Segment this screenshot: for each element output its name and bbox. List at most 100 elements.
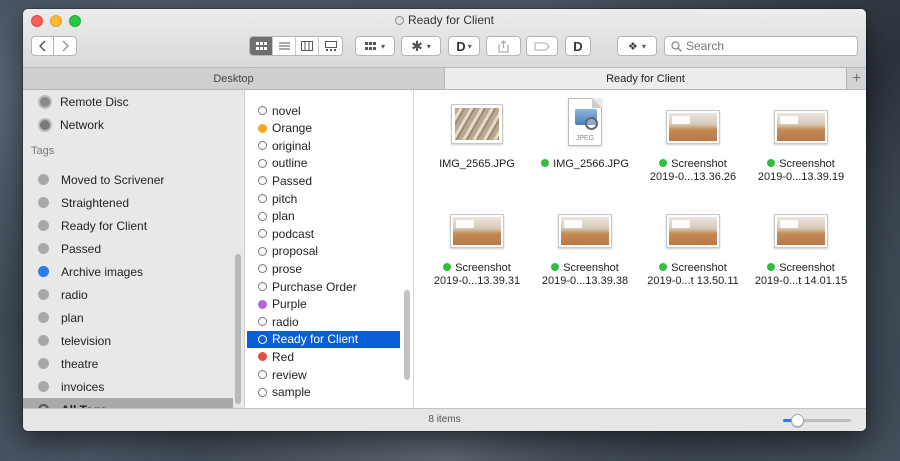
file-item[interactable]: Screenshot 2019-0...13.39.19 bbox=[747, 98, 855, 198]
tag-color-icon bbox=[258, 317, 267, 327]
tag-list-item[interactable]: Red bbox=[247, 348, 400, 365]
sidebar-tag-item[interactable]: Archive images bbox=[23, 260, 235, 283]
sidebar-item-label: Ready for Client bbox=[61, 218, 148, 233]
tag-list-item[interactable]: outline bbox=[247, 155, 400, 172]
file-name-line2: 2019-0...13.36.26 bbox=[649, 171, 737, 183]
file-name: Screenshot 2019-0...13.39.19 bbox=[747, 158, 855, 184]
tag-color-icon bbox=[258, 141, 267, 151]
sidebar-tag-item[interactable]: Moved to Scrivener bbox=[23, 168, 235, 191]
share-button[interactable] bbox=[486, 36, 521, 56]
search-field[interactable] bbox=[664, 36, 858, 56]
tag-color-icon bbox=[258, 264, 267, 274]
green-tag-icon bbox=[767, 263, 776, 271]
tab-desktop[interactable]: Desktop bbox=[23, 68, 445, 89]
d-logo-icon: D bbox=[573, 38, 583, 54]
gear-icon: ✱ bbox=[411, 37, 423, 54]
tag-list-label: prose bbox=[272, 261, 303, 276]
list-view-button[interactable] bbox=[273, 37, 296, 55]
edit-tags-button[interactable] bbox=[526, 36, 558, 56]
tab-ready-for-client[interactable]: Ready for Client bbox=[445, 68, 846, 89]
tag-list-item[interactable]: Purchase Order bbox=[247, 278, 400, 295]
sidebar-tag-item[interactable]: Straightened bbox=[23, 191, 235, 214]
file-name-line1: Screenshot bbox=[779, 262, 835, 274]
chevron-down-icon: ▾ bbox=[641, 41, 646, 51]
green-tag-icon bbox=[541, 159, 550, 167]
green-tag-icon bbox=[659, 263, 668, 271]
tag-list-item[interactable]: original bbox=[247, 137, 400, 154]
column-view-button[interactable] bbox=[296, 37, 319, 55]
tags-column-scrollbar[interactable] bbox=[404, 290, 410, 380]
file-item[interactable]: Screenshot 2019-0...t 13.50.11 bbox=[639, 202, 747, 302]
tag-list-item[interactable]: review bbox=[247, 366, 400, 383]
screenshot-thumbnail-frame bbox=[558, 214, 612, 248]
dropbox-d-button[interactable]: D bbox=[565, 36, 591, 56]
tag-list-item[interactable]: prose bbox=[247, 260, 400, 277]
tag-color-icon bbox=[38, 266, 49, 277]
dropbox-button[interactable]: ❖ ▾ bbox=[617, 36, 657, 56]
tag-list-item[interactable]: Ready for Client bbox=[247, 330, 400, 348]
sidebar-tag-item[interactable]: plan bbox=[23, 306, 235, 329]
tag-list-item[interactable]: podcast bbox=[247, 225, 400, 242]
tag-list-item[interactable]: proposal bbox=[247, 243, 400, 260]
file-item[interactable]: Screenshot 2019-0...13.39.38 bbox=[531, 202, 639, 302]
tag-list-label: proposal bbox=[272, 244, 319, 259]
icon-view-button[interactable] bbox=[250, 37, 273, 55]
screenshot-thumbnail-frame bbox=[450, 214, 504, 248]
sidebar-item-remote-disc[interactable]: Remote Disc bbox=[23, 90, 235, 113]
tag-color-icon bbox=[38, 335, 49, 346]
sidebar: Remote Disc Network Tags Moved to Scrive… bbox=[23, 90, 245, 408]
file-item[interactable]: Screenshot 2019-0...13.36.26 bbox=[639, 98, 747, 198]
file-item[interactable]: Screenshot 2019-0...t 14.01.15 bbox=[747, 202, 855, 302]
dropshare-button[interactable]: D ▾ bbox=[448, 36, 480, 56]
file-item[interactable]: JPEG IMG_2566.JPG bbox=[531, 98, 639, 198]
back-button[interactable] bbox=[31, 36, 54, 56]
photo-thumbnail bbox=[455, 108, 499, 140]
file-name-line1: Screenshot bbox=[455, 262, 511, 274]
sidebar-tag-item[interactable]: All Tags... bbox=[23, 398, 233, 408]
tag-color-icon bbox=[258, 229, 267, 239]
action-menu-button[interactable]: ✱ ▾ bbox=[401, 36, 441, 56]
file-item[interactable]: IMG_2565.JPG bbox=[423, 98, 531, 198]
sidebar-item-network[interactable]: Network bbox=[23, 113, 235, 136]
tags-column: novel Orange original outline Passed pitch pla… bbox=[246, 90, 414, 408]
sidebar-tag-item[interactable]: radio bbox=[23, 283, 235, 306]
chevron-down-icon: ▾ bbox=[426, 41, 431, 51]
columns-icon bbox=[301, 41, 313, 51]
item-count: 8 items bbox=[428, 414, 461, 425]
sidebar-tag-item[interactable]: theatre bbox=[23, 352, 235, 375]
tag-list-item[interactable]: pitch bbox=[247, 190, 400, 207]
share-icon bbox=[498, 39, 509, 53]
search-input[interactable] bbox=[686, 39, 846, 53]
file-name-line2: 2019-0...13.39.19 bbox=[757, 171, 845, 183]
tag-list-label: sample bbox=[272, 385, 311, 400]
sidebar-scrollbar[interactable] bbox=[235, 254, 241, 404]
file-name-line1: Screenshot bbox=[563, 262, 619, 274]
green-tag-icon bbox=[443, 263, 452, 271]
file-item[interactable]: Screenshot 2019-0...13.39.31 bbox=[423, 202, 531, 302]
forward-button[interactable] bbox=[54, 36, 77, 56]
sidebar-tag-item[interactable]: Passed bbox=[23, 237, 235, 260]
slider-knob[interactable] bbox=[790, 414, 804, 427]
green-tag-icon bbox=[551, 263, 560, 271]
view-mode-control bbox=[249, 36, 343, 56]
gallery-view-button[interactable] bbox=[319, 37, 342, 55]
group-by-button[interactable]: ▾ bbox=[355, 36, 395, 56]
d-logo-icon: D bbox=[456, 38, 466, 54]
sidebar-tag-item[interactable]: invoices bbox=[23, 375, 235, 398]
tag-list-item[interactable]: novel bbox=[247, 102, 400, 119]
tag-list-item[interactable]: radio bbox=[247, 313, 400, 330]
list-icon bbox=[278, 42, 290, 49]
tag-list-item[interactable]: Passed bbox=[247, 172, 400, 189]
icon-size-slider[interactable] bbox=[783, 414, 851, 427]
tab-label: Ready for Client bbox=[606, 72, 685, 85]
tag-list-item[interactable]: sample bbox=[247, 384, 400, 401]
sidebar-tag-item[interactable]: television bbox=[23, 329, 235, 352]
sidebar-tag-item[interactable]: Ready for Client bbox=[23, 214, 235, 237]
file-type-label: JPEG bbox=[575, 135, 595, 142]
tag-list-label: original bbox=[272, 138, 311, 153]
tag-color-icon bbox=[258, 123, 267, 133]
tag-list-item[interactable]: Orange bbox=[247, 120, 400, 137]
new-tab-button[interactable]: + bbox=[846, 68, 866, 89]
tag-list-item[interactable]: Purple bbox=[247, 296, 400, 313]
tag-list-item[interactable]: plan bbox=[247, 208, 400, 225]
